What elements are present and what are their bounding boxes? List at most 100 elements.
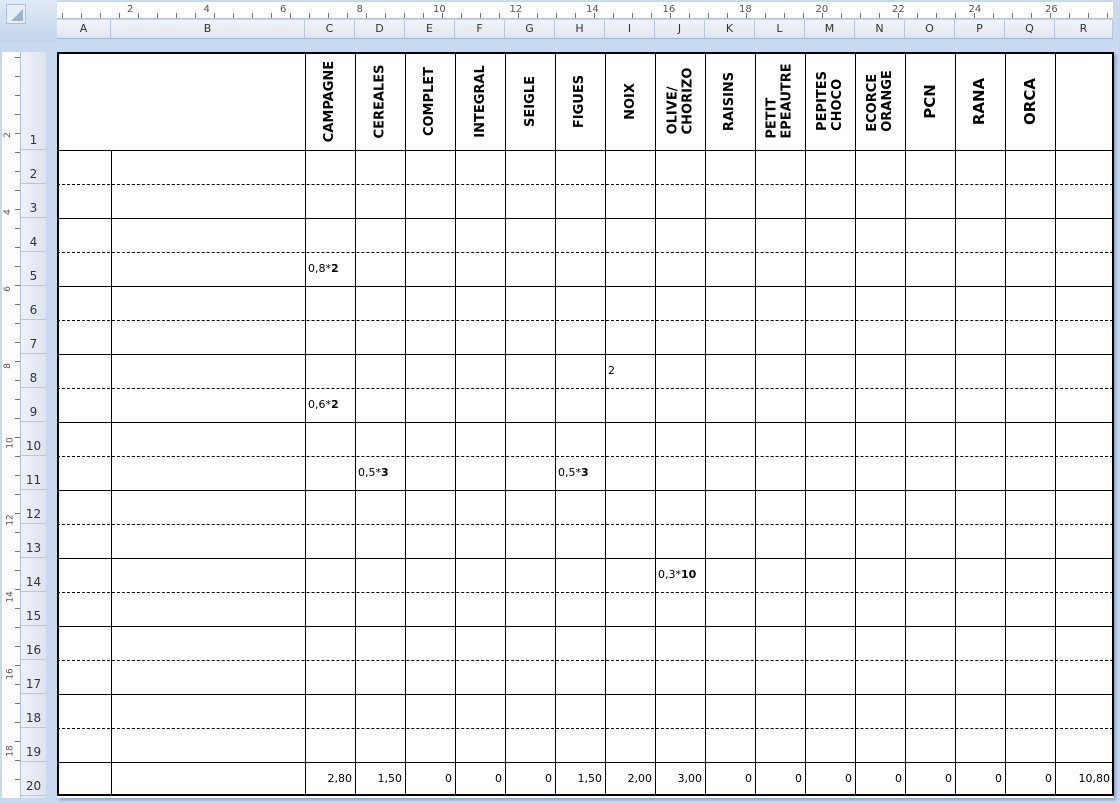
row-header-13[interactable]: 13 [21,524,46,558]
row-header-7[interactable]: 7 [21,320,46,354]
column-header-D[interactable]: D [355,20,405,38]
ruler-tick [15,608,20,609]
column-header-J[interactable]: J [655,20,705,38]
cell-C5[interactable]: 0,8*2 [305,262,355,275]
column-title-K[interactable]: RAISINS [705,52,755,150]
total-cell-I[interactable]: 2,00 [605,772,655,785]
column-title-N[interactable]: ECORCE ORANGE [855,52,905,150]
ruler-tick [15,247,20,248]
row-header-3[interactable]: 3 [21,184,46,218]
row-header-20[interactable]: 20 [21,762,46,796]
ruler-tick [385,13,386,18]
total-cell-J[interactable]: 3,00 [655,772,705,785]
total-cell-E[interactable]: 0 [405,772,455,785]
grid-vline [1005,52,1006,796]
cell-J14[interactable]: 0,3*10 [655,568,705,581]
column-header-M[interactable]: M [805,20,855,38]
total-cell-L[interactable]: 0 [755,772,805,785]
total-cell-K[interactable]: 0 [705,772,755,785]
row-header-12[interactable]: 12 [21,490,46,524]
column-header-L[interactable]: L [755,20,805,38]
ruler-tick [290,13,291,18]
column-title-O[interactable]: PCN [905,52,955,150]
column-title-I[interactable]: NOIX [605,52,655,150]
row-header-2[interactable]: 2 [21,150,46,184]
total-cell-M[interactable]: 0 [805,772,855,785]
column-header-I[interactable]: I [605,20,655,38]
column-header-E[interactable]: E [405,20,455,38]
row-header-15[interactable]: 15 [21,592,46,626]
column-title-D[interactable]: CEREALES [355,52,405,150]
ruler-tick [993,13,994,18]
ruler-tick [328,13,329,18]
ruler-tick [119,13,120,18]
row-header-18[interactable]: 18 [21,694,46,728]
column-title-Q[interactable]: ORCA [1005,52,1055,150]
column-title-L[interactable]: PETIT EPEAUTRE [755,52,805,150]
column-header-C[interactable]: C [305,20,355,38]
column-header-H[interactable]: H [555,20,605,38]
ruler-tick [15,304,20,305]
column-title-C[interactable]: CAMPAGNE [305,52,355,150]
cell-H11[interactable]: 0,5*3 [555,466,605,479]
cell-I8[interactable]: 2 [605,364,655,377]
column-title-F[interactable]: INTEGRAL [455,52,505,150]
grid-dashed-line [57,524,1113,525]
total-cell-R[interactable]: 10,80 [1055,772,1113,785]
column-header-G[interactable]: G [505,20,555,38]
ruler-tick [62,13,63,18]
column-header-P[interactable]: P [955,20,1005,38]
ruler-tick [499,13,500,18]
column-title-E[interactable]: COMPLET [405,52,455,150]
total-cell-N[interactable]: 0 [855,772,905,785]
row-header-17[interactable]: 17 [21,660,46,694]
ruler-mark: 16 [662,4,676,15]
ruler-tick [15,418,20,419]
select-all-triangle-icon [6,4,26,24]
total-cell-Q[interactable]: 0 [1005,772,1055,785]
column-header-O[interactable]: O [905,20,955,38]
select-all-button[interactable] [0,0,57,42]
row-header-9[interactable]: 9 [21,388,46,422]
column-title-text: INTEGRAL [472,64,488,138]
total-cell-O[interactable]: 0 [905,772,955,785]
row-header-5[interactable]: 5 [21,252,46,286]
column-title-text: NOIX [622,82,638,120]
grid-dashed-line [57,252,1113,253]
ruler-tick [404,13,405,18]
column-header-B[interactable]: B [111,20,305,38]
column-header-N[interactable]: N [855,20,905,38]
column-title-M[interactable]: PEPITES CHOCO [805,52,855,150]
column-header-A[interactable]: A [57,20,111,38]
row-header-6[interactable]: 6 [21,286,46,320]
row-header-8[interactable]: 8 [21,354,46,388]
row-header-16[interactable]: 16 [21,626,46,660]
ruler-tick [15,133,20,134]
total-cell-F[interactable]: 0 [455,772,505,785]
column-title-H[interactable]: FIGUES [555,52,605,150]
column-header-R[interactable]: R [1055,20,1113,38]
total-cell-P[interactable]: 0 [955,772,1005,785]
total-cell-H[interactable]: 1,50 [555,772,605,785]
column-title-G[interactable]: SEIGLE [505,52,555,150]
row-header-11[interactable]: 11 [21,456,46,490]
row-header-1[interactable]: 1 [21,52,46,150]
total-cell-G[interactable]: 0 [505,772,555,785]
column-header-K[interactable]: K [705,20,755,38]
total-cell-D[interactable]: 1,50 [355,772,405,785]
cell-C9[interactable]: 0,6*2 [305,398,355,411]
column-header-F[interactable]: F [455,20,505,38]
total-cell-C[interactable]: 2,80 [305,772,355,785]
cell-value: 2 [608,364,615,377]
row-header-19[interactable]: 19 [21,728,46,762]
ruler-tick [15,646,20,647]
column-title-P[interactable]: RANA [955,52,1005,150]
grid-line [57,150,1113,151]
row-header-14[interactable]: 14 [21,558,46,592]
cell-D11[interactable]: 0,5*3 [355,466,405,479]
column-title-J[interactable]: OLIVE/ CHORIZO [655,52,705,150]
column-title-text: CAMPAGNE [322,60,338,142]
row-header-10[interactable]: 10 [21,422,46,456]
column-header-Q[interactable]: Q [1005,20,1055,38]
row-header-4[interactable]: 4 [21,218,46,252]
